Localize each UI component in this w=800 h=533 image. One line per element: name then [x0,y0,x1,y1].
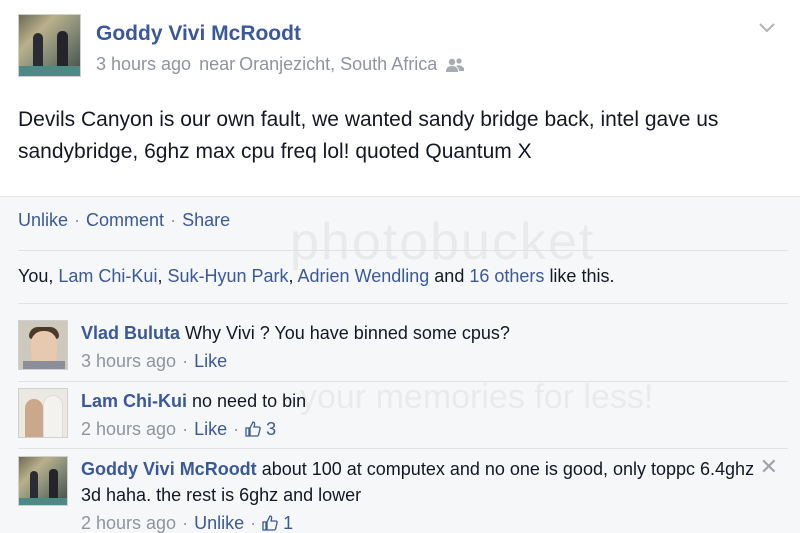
post-meta: 3 hours ago near Oranjezicht, South Afri… [96,54,465,75]
divider [18,303,788,304]
comment-unlike-button[interactable]: Unlike [194,510,244,533]
commenter-avatar[interactable] [18,388,68,438]
post-text: Devils Canyon is our own fault, we wante… [18,108,719,163]
comment-timestamp[interactable]: 2 hours ago [81,510,176,533]
close-icon[interactable]: ✕ [760,456,778,478]
comment-like-button[interactable]: Like [194,416,227,442]
comment-button[interactable]: Comment [86,210,164,231]
share-button[interactable]: Share [182,210,230,231]
chevron-down-icon[interactable] [756,16,778,38]
comment-like-count[interactable]: 1 [262,510,293,533]
divider [18,448,788,449]
comment-body: Goddy Vivi McRoodt about 100 at computex… [81,456,761,533]
post-location[interactable]: Oranjezicht, South Africa [239,54,437,75]
divider [18,250,788,251]
commenter-name-link[interactable]: Goddy Vivi McRoodt [81,459,257,479]
comment-body: Lam Chi-Kui no need to bin 2 hours ago ·… [81,388,761,442]
likes-you: You, [18,266,54,286]
comment-timestamp[interactable]: 2 hours ago [81,416,176,442]
comment-body: Vlad Buluta Why Vivi ? You have binned s… [81,320,761,374]
commenter-name-link[interactable]: Lam Chi-Kui [81,391,187,411]
author-name-link[interactable]: Goddy Vivi McRoodt [96,22,301,46]
thumbs-up-icon [245,418,261,437]
meta-separator: · [182,419,189,439]
commenter-avatar[interactable] [18,456,68,506]
comment-timestamp[interactable]: 3 hours ago [81,348,176,374]
liker-link[interactable]: Adrien Wendling [298,266,430,286]
unlike-button[interactable]: Unlike [18,210,68,231]
post-actions: Unlike · Comment · Share [18,210,230,231]
meta-separator: · [182,513,189,533]
post-timestamp[interactable]: 3 hours ago [96,54,191,75]
likes-others-link[interactable]: 16 others [469,266,544,286]
comment-like-button[interactable]: Like [194,348,227,374]
liker-link[interactable]: Suk-Hyun Park [167,266,288,286]
meta-separator: · [182,351,189,371]
action-separator: · [170,210,177,230]
friends-icon[interactable] [445,57,465,73]
like-count: 3 [266,419,277,439]
liker-link[interactable]: Lam Chi-Kui [58,266,157,286]
likes-suffix: like this. [549,266,615,286]
comment-like-count[interactable]: 3 [245,416,276,442]
like-count: 1 [283,513,294,533]
likes-and: and [434,266,465,286]
commenter-avatar[interactable] [18,320,68,370]
post-header: Goddy Vivi McRoodt 3 hours ago near Oran… [18,14,788,80]
location-prefix: near [199,54,236,74]
author-avatar[interactable] [18,14,81,77]
action-separator: · [74,210,81,230]
meta-separator: · [250,513,257,533]
thumbs-up-icon [262,512,278,531]
commenter-name-link[interactable]: Vlad Buluta [81,323,180,343]
comment-text: Why Vivi ? You have binned some cpus? [185,323,510,343]
likes-summary: You, Lam Chi-Kui, Suk-Hyun Park, Adrien … [18,266,615,286]
divider [18,381,788,382]
comment-text: no need to bin [192,391,307,411]
meta-separator: · [233,419,240,439]
